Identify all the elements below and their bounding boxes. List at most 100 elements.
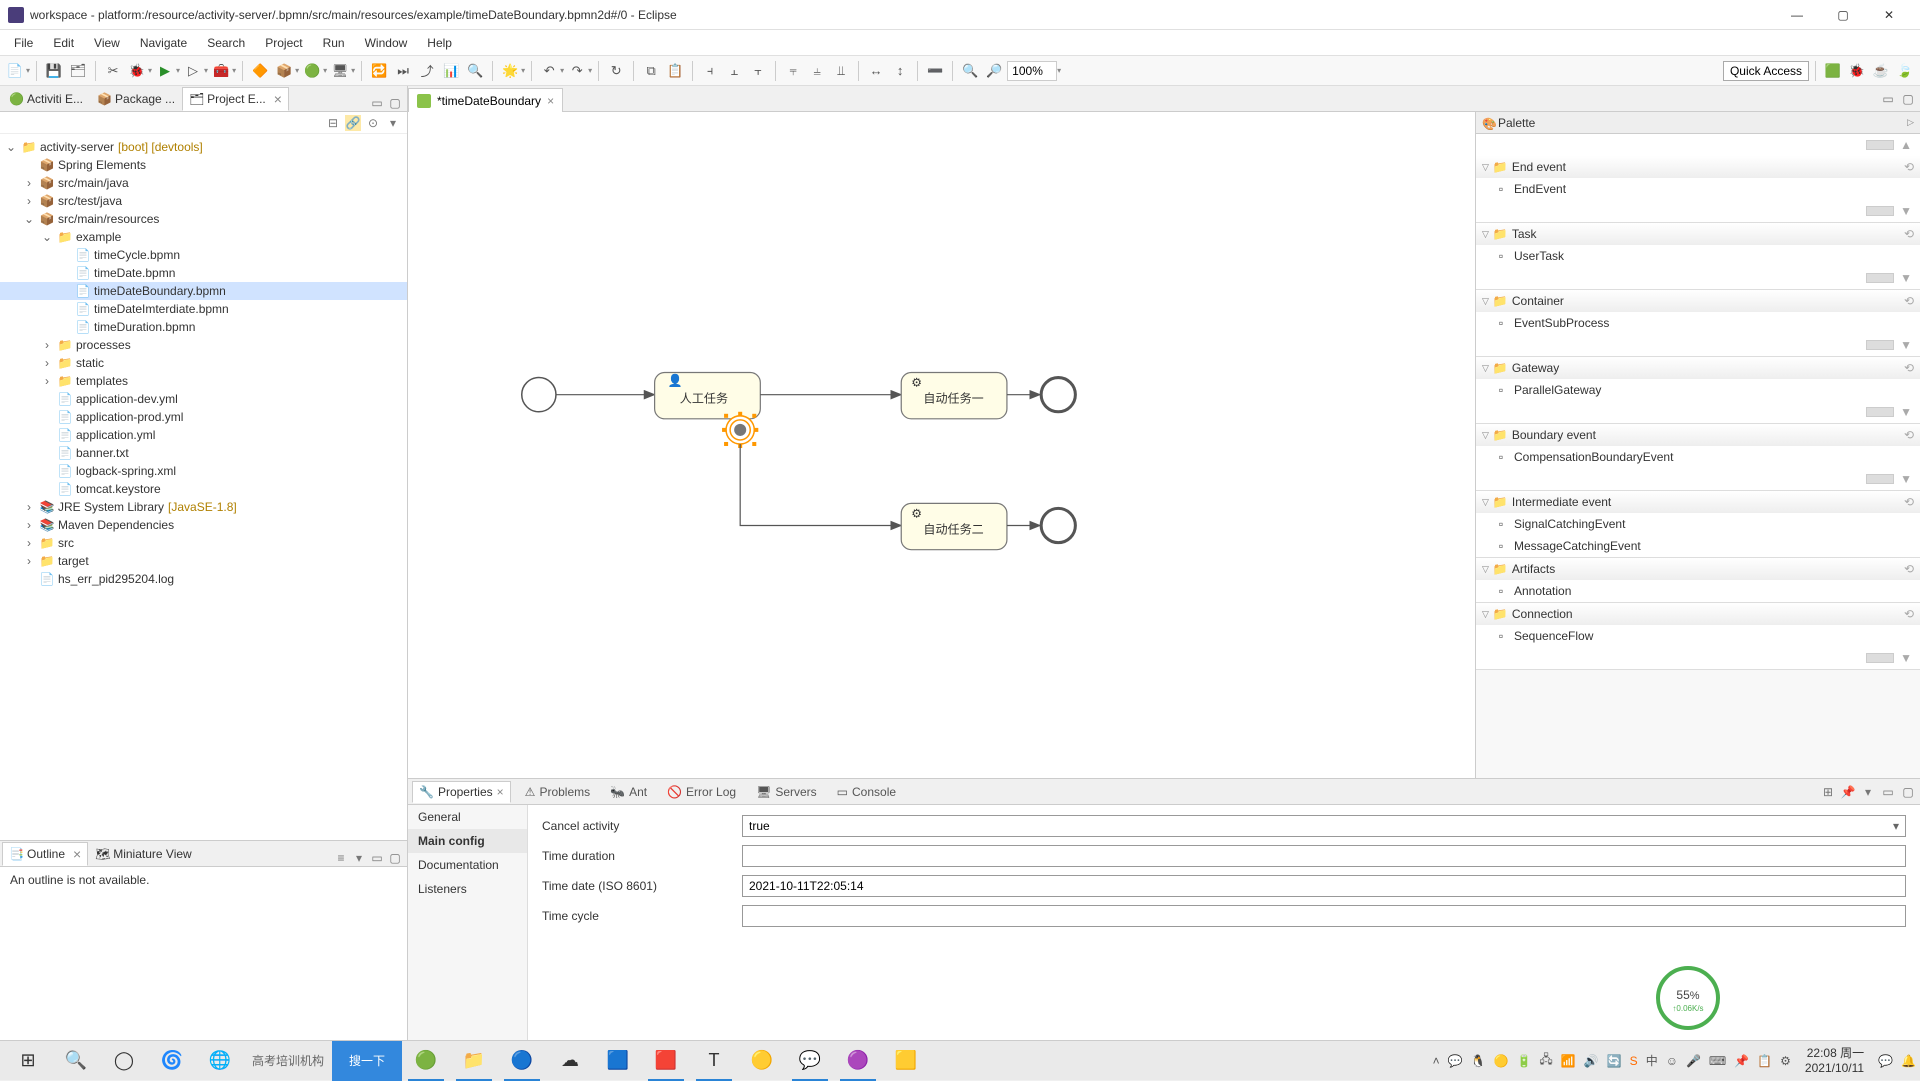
taskbar-app-dingtalk[interactable]: 🟦 [594,1041,642,1081]
time-cycle-input[interactable] [742,905,1906,927]
tree-node[interactable]: 📦Spring Elements [0,156,407,174]
zoom-out-icon[interactable]: ➖ [924,60,946,82]
tree-node[interactable]: ›📦src/main/java [0,174,407,192]
palette-category-header[interactable]: ▽📁Connection⟲ [1476,603,1920,625]
taskbar-app-typora[interactable]: T [690,1041,738,1081]
time-date-input[interactable] [742,875,1906,897]
tree-node[interactable]: ›📁static [0,354,407,372]
menu-view[interactable]: View [84,32,130,54]
props-tab-listeners[interactable]: Listeners [408,877,527,901]
search-go-button[interactable]: 搜一下 [332,1041,402,1081]
tray-clipboard-icon[interactable]: 📋 [1757,1054,1772,1068]
align-bottom-icon[interactable]: ⫫ [830,60,852,82]
tree-node[interactable]: 📄application-prod.yml [0,408,407,426]
view-maximize-icon[interactable]: ▢ [387,850,403,866]
tree-node[interactable]: ›📁src [0,534,407,552]
view-maximize-icon[interactable]: ▢ [1900,784,1916,800]
palette-category-header[interactable]: ▽📁Gateway⟲ [1476,357,1920,379]
view-tab-project[interactable]: 🗂Project E...× [182,87,289,111]
palette-item[interactable]: ▫EventSubProcess [1476,312,1920,334]
align-middle-icon[interactable]: ⫨ [806,60,828,82]
palette-category-header[interactable]: ▽📁Boundary event⟲ [1476,424,1920,446]
class-icon[interactable]: 🟢 [301,60,323,82]
perspective-activiti-icon[interactable]: 🟩 [1822,60,1844,82]
palette-item[interactable]: ▫UserTask [1476,245,1920,267]
save-button[interactable]: 💾 [43,60,65,82]
taskbar-app-other[interactable]: 🟨 [882,1041,930,1081]
editor-minimize-icon[interactable]: ▭ [1880,91,1896,107]
props-tab-documentation[interactable]: Documentation [408,853,527,877]
time-duration-input[interactable] [742,845,1906,867]
perspective-java-icon[interactable]: ☕ [1870,60,1892,82]
tree-node[interactable]: ›📁templates [0,372,407,390]
tray-gear-icon[interactable]: ⚙ [1780,1054,1791,1068]
taskbar-app-idea[interactable]: 🟥 [642,1041,690,1081]
menu-file[interactable]: File [4,32,43,54]
zoom-in-icon[interactable]: 🔎 [983,60,1005,82]
project-tree[interactable]: ⌄📁activity-server[boot] [devtools]📦Sprin… [0,134,407,840]
ext-tools-button[interactable]: 🧰 [210,60,232,82]
scroll-up-icon[interactable]: ▲ [1900,138,1912,152]
view-minimize-icon[interactable]: ▭ [369,95,385,111]
tray-wifi-icon[interactable]: 📶 [1561,1054,1576,1068]
refresh-icon[interactable]: ↻ [605,60,627,82]
close-icon[interactable]: × [547,94,554,108]
tree-node[interactable]: 📄timeCycle.bpmn [0,246,407,264]
tray-volume-icon[interactable]: 🔊 [1584,1054,1599,1068]
coverage-icon[interactable]: 📊 [440,60,462,82]
bug-icon[interactable]: 🐞 [126,60,148,82]
props-tab-general[interactable]: General [408,805,527,829]
tray-mic-icon[interactable]: 🎤 [1686,1054,1701,1068]
tree-node[interactable]: ⌄📦src/main/resources [0,210,407,228]
zoom-actual-icon[interactable]: 🔍 [959,60,981,82]
perspective-debug-icon[interactable]: 🐞 [1846,60,1868,82]
menu-search[interactable]: Search [197,32,255,54]
window-close-button[interactable]: ✕ [1866,0,1912,30]
bottom-tab-ant[interactable]: 🐜Ant [604,782,653,802]
menu-window[interactable]: Window [355,32,418,54]
tree-node[interactable]: 📄hs_err_pid295204.log [0,570,407,588]
align-top-icon[interactable]: ⫧ [782,60,804,82]
system-clock[interactable]: 22:08 周一 2021/10/11 [1799,1046,1870,1075]
view-tab-package[interactable]: 📦Package ... [90,87,182,111]
tree-node[interactable]: ›📦src/test/java [0,192,407,210]
run-last-button[interactable]: ▷ [182,60,204,82]
menu-edit[interactable]: Edit [43,32,84,54]
bpmn-canvas[interactable]: 👤 人工任务 [408,112,1475,778]
editor-maximize-icon[interactable]: ▢ [1900,91,1916,107]
zoom-dropdown-icon[interactable]: ▾ [1057,66,1061,75]
outline-mode-icon[interactable]: ≡ [333,850,349,866]
tree-node[interactable]: ›📚JRE System Library[JavaSE-1.8] [0,498,407,516]
view-menu-icon[interactable]: ▾ [351,850,367,866]
tray-sogou-icon[interactable]: S [1630,1054,1638,1068]
taskbar-app-browser[interactable]: 🟢 [402,1041,450,1081]
view-menu-icon[interactable]: ▾ [1860,784,1876,800]
palette-scroll-indicator[interactable]: ▼ [1476,647,1920,669]
tree-node[interactable]: 📄timeDuration.bpmn [0,318,407,336]
palette-category-header[interactable]: ▽📁Container⟲ [1476,290,1920,312]
taskbar-app-eclipse[interactable]: 🟣 [834,1041,882,1081]
taskbar-app-kugou[interactable]: 🔵 [498,1041,546,1081]
tree-node[interactable]: 📄banner.txt [0,444,407,462]
perspective-spring-icon[interactable]: 🍃 [1894,60,1916,82]
palette-scroll-indicator[interactable]: ▼ [1476,334,1920,356]
match-width-icon[interactable]: ↔ [865,60,887,82]
palette-scroll-indicator[interactable]: ▼ [1476,468,1920,490]
bpmn-sequence-flow[interactable] [740,444,901,526]
close-icon[interactable]: × [69,846,81,862]
menu-navigate[interactable]: Navigate [130,32,197,54]
view-maximize-icon[interactable]: ▢ [387,95,403,111]
open-type-button[interactable]: 🔶 [249,60,271,82]
search-taskbar-icon[interactable]: 🔍 [52,1041,100,1081]
bpmn-end-event-2[interactable] [1041,508,1075,542]
palette-item[interactable]: ▫ParallelGateway [1476,379,1920,401]
menu-help[interactable]: Help [417,32,462,54]
show-categories-icon[interactable]: ⊞ [1820,784,1836,800]
skip-icon[interactable]: ⏭ [392,60,414,82]
redo-icon[interactable]: ↷ [566,60,588,82]
palette-category-header[interactable]: ▽📁Artifacts⟲ [1476,558,1920,580]
match-height-icon[interactable]: ↕ [889,60,911,82]
bottom-tab-servers[interactable]: 🖥Servers [750,782,823,802]
collapse-all-icon[interactable]: ⊟ [325,115,341,131]
tray-emoji-icon[interactable]: ☺ [1666,1054,1678,1068]
